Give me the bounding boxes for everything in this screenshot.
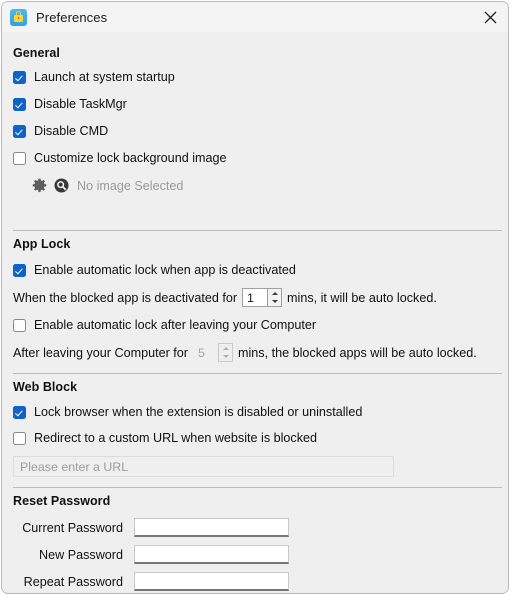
new-password-input[interactable] xyxy=(134,545,289,564)
checkbox-launch-at-startup[interactable]: Launch at system startup xyxy=(13,70,175,84)
checkbox-label: Customize lock background image xyxy=(34,151,227,165)
checkbox-label: Redirect to a custom URL when website is… xyxy=(34,431,318,445)
section-heading-web-block: Web Block xyxy=(13,380,78,394)
checkbox-box xyxy=(13,318,26,332)
checkbox-label: Lock browser when the extension is disab… xyxy=(34,405,363,419)
stepper-up-icon[interactable] xyxy=(268,289,281,298)
divider-web-block xyxy=(13,373,502,374)
checkbox-label: Enable automatic lock when app is deacti… xyxy=(34,263,296,277)
image-selection-status: No image Selected xyxy=(77,178,184,193)
checkbox-label: Launch at system startup xyxy=(34,70,175,84)
checkbox-label: Disable TaskMgr xyxy=(34,97,127,111)
current-password-input[interactable] xyxy=(134,518,289,537)
checkbox-box xyxy=(13,151,26,165)
preferences-window: Preferences General Launch at system sta… xyxy=(1,1,509,594)
close-button[interactable] xyxy=(472,2,508,32)
current-password-label: Current Password xyxy=(22,520,123,535)
sentence-prefix: After leaving your Computer for xyxy=(13,345,188,360)
section-heading-reset-password: Reset Password xyxy=(13,494,111,508)
stepper-value[interactable]: 5 xyxy=(193,343,218,362)
field-row-current-password: Current Password xyxy=(13,518,289,537)
redirect-url-input[interactable]: Please enter a URL xyxy=(13,456,394,477)
section-heading-general: General xyxy=(13,46,60,60)
divider-reset-password xyxy=(13,487,502,488)
checkbox-redirect-custom-url[interactable]: Redirect to a custom URL when website is… xyxy=(13,431,317,445)
checkbox-disable-taskmgr[interactable]: Disable TaskMgr xyxy=(13,97,127,111)
new-password-label: New Password xyxy=(39,547,123,562)
sentence-suffix: mins, the blocked apps will be auto lock… xyxy=(238,345,477,360)
checkbox-box xyxy=(13,405,26,419)
close-icon xyxy=(484,11,496,23)
checkbox-lock-browser-on-extension-disabled[interactable]: Lock browser when the extension is disab… xyxy=(13,405,362,419)
stepper-buttons[interactable] xyxy=(267,288,283,307)
leaving-timeout-sentence: After leaving your Computer for 5 mins, … xyxy=(13,343,477,362)
checkbox-label: Enable automatic lock after leaving your… xyxy=(34,318,317,332)
sentence-prefix: When the blocked app is deactivated for xyxy=(13,290,238,305)
leaving-minutes-stepper[interactable]: 5 xyxy=(193,343,233,362)
preferences-content: General Launch at system startup Disable… xyxy=(2,32,508,593)
repeat-password-label: Repeat Password xyxy=(23,574,123,589)
field-row-new-password: New Password xyxy=(13,545,289,564)
field-row-repeat-password: Repeat Password xyxy=(13,572,289,591)
checkbox-customize-lock-background[interactable]: Customize lock background image xyxy=(13,151,227,165)
checkbox-label: Disable CMD xyxy=(34,124,109,138)
stepper-value[interactable]: 1 xyxy=(242,288,268,307)
checkbox-box xyxy=(13,70,26,84)
sentence-suffix: mins, it will be auto locked. xyxy=(287,290,437,305)
checkbox-box xyxy=(13,97,26,111)
title-bar: Preferences xyxy=(2,2,508,32)
stepper-buttons[interactable] xyxy=(218,343,233,362)
checkbox-box xyxy=(13,263,26,277)
checkbox-auto-lock-on-deactivate[interactable]: Enable automatic lock when app is deacti… xyxy=(13,263,296,277)
magnifier-icon[interactable] xyxy=(54,178,69,193)
gear-icon[interactable] xyxy=(32,178,47,193)
checkbox-disable-cmd[interactable]: Disable CMD xyxy=(13,124,108,138)
deactivate-minutes-stepper[interactable]: 1 xyxy=(242,288,283,307)
window-title: Preferences xyxy=(36,9,108,25)
stepper-down-icon[interactable] xyxy=(219,353,232,362)
redirect-url-placeholder: Please enter a URL xyxy=(20,459,129,474)
checkbox-auto-lock-after-leaving[interactable]: Enable automatic lock after leaving your… xyxy=(13,318,316,332)
stepper-down-icon[interactable] xyxy=(268,298,281,307)
padlock-icon xyxy=(10,8,27,26)
stepper-up-icon[interactable] xyxy=(219,344,232,353)
divider-app-lock xyxy=(13,230,502,231)
repeat-password-input[interactable] xyxy=(134,572,289,591)
checkbox-box xyxy=(13,124,26,138)
deactivated-timeout-sentence: When the blocked app is deactivated for … xyxy=(13,288,437,307)
checkbox-box xyxy=(13,431,26,445)
background-image-picker-row: No image Selected xyxy=(32,178,183,193)
section-heading-app-lock: App Lock xyxy=(13,237,71,251)
